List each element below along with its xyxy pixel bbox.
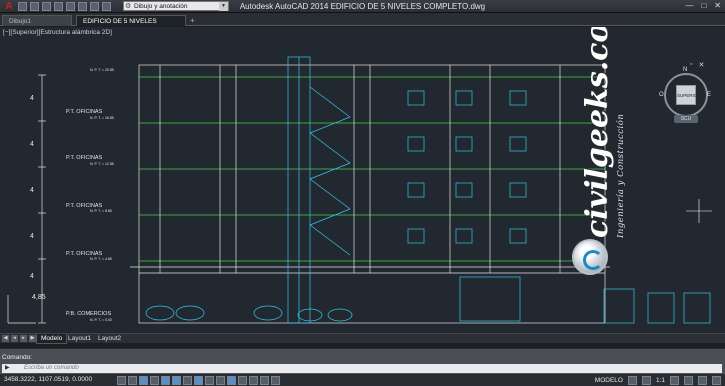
wcs-menu-button[interactable]: SCU	[674, 115, 698, 123]
npt-tag: N. P. T. = 20.85	[90, 68, 114, 72]
command-prompt-icon: ▶	[5, 365, 10, 371]
title-bar: A ⚙ Dibujo y anotación ▼ Autodesk AutoCA…	[0, 0, 725, 13]
dim-text: 4	[30, 187, 34, 194]
viewcube[interactable]: N S E O SUPERIOR	[659, 67, 712, 135]
level-label: P.T. OFICINAS	[66, 155, 103, 161]
tab-modelo[interactable]: Modelo	[36, 334, 68, 344]
polar-icon[interactable]	[161, 376, 170, 385]
quick-view-drawings-icon[interactable]	[641, 376, 651, 385]
layout-nav: ◀ ◂ ▸ ▶	[2, 335, 36, 342]
next-layout-icon[interactable]: ▸	[20, 335, 27, 342]
lineweight-icon[interactable]	[227, 376, 236, 385]
window-title: Autodesk AutoCAD 2014 EDIFICIO DE 5 NIVE…	[239, 2, 486, 11]
civilgeeks-logo-icon	[572, 239, 608, 275]
compass-east[interactable]: E	[707, 92, 711, 98]
clean-screen-icon[interactable]	[712, 376, 721, 385]
npt-tag: N. P. T. = 16.85	[90, 116, 114, 120]
drawing-area[interactable]: [−][Superior][Estructura alámbrica 2D] 4…	[0, 27, 725, 333]
dim-text: 4	[30, 141, 34, 148]
osnap-icon[interactable]	[172, 376, 181, 385]
tab-label: Dibujo1	[9, 18, 32, 25]
annotation-scale[interactable]: 1:1	[656, 377, 665, 384]
command-line: Comando: ▶ Escriba un comando	[0, 348, 725, 373]
prev-layout-icon[interactable]: ◂	[11, 335, 18, 342]
command-input[interactable]: ▶ Escriba un comando	[2, 364, 722, 373]
annotation-visibility-icon[interactable]	[670, 376, 679, 385]
model-space-button[interactable]: MODELO	[595, 377, 623, 384]
quick-properties-icon[interactable]	[249, 376, 258, 385]
status-right: MODELO 1:1	[595, 376, 721, 385]
snap-icon[interactable]	[128, 376, 137, 385]
infer-constraints-icon[interactable]	[117, 376, 126, 385]
otrack-icon[interactable]	[194, 376, 203, 385]
watermark-sub-text: Ingeniería y Construcción	[616, 113, 626, 238]
3d-osnap-icon[interactable]	[183, 376, 192, 385]
compass-west[interactable]: O	[659, 92, 664, 98]
drafting-toggles	[117, 376, 280, 385]
compass-north[interactable]: N	[683, 67, 687, 73]
tab-layout1[interactable]: Layout1	[64, 334, 95, 344]
tab-layout2[interactable]: Layout2	[94, 334, 125, 344]
selection-cycling-icon[interactable]	[260, 376, 269, 385]
coordinate-readout[interactable]: 3458.3222, 1107.0519, 0.0000	[4, 376, 92, 383]
minimize-button[interactable]: —	[685, 1, 693, 10]
level-label: P.B. COMERCIOS	[66, 311, 111, 317]
status-bar: 3458.3222, 1107.0519, 0.0000 MODELO 1:1	[0, 373, 725, 386]
dim-text: 4	[30, 95, 34, 102]
ortho-icon[interactable]	[150, 376, 159, 385]
maximize-button[interactable]: □	[701, 1, 706, 10]
ducs-icon[interactable]	[205, 376, 214, 385]
command-history: Comando:	[2, 354, 32, 361]
tab-dibujo1[interactable]: Dibujo1	[2, 15, 72, 26]
file-tab-bar: Dibujo1 EDIFICIO DE 5 NIVELES COMPLETO* …	[0, 13, 725, 36]
tab-edificio[interactable]: EDIFICIO DE 5 NIVELES COMPLETO* ×	[76, 15, 186, 36]
watermark-main-text: civilgeeks.com	[580, 27, 615, 238]
grid-icon[interactable]	[139, 376, 148, 385]
layout-tab-bar: ◀ ◂ ▸ ▶ Modelo Layout1 Layout2	[0, 333, 725, 344]
npt-tag: N. P. T. = 12.85	[90, 162, 114, 166]
dyn-icon[interactable]	[216, 376, 225, 385]
first-layout-icon[interactable]: ◀	[2, 335, 9, 342]
annotation-monitor-icon[interactable]	[271, 376, 280, 385]
close-button[interactable]: ✕	[714, 1, 721, 10]
quick-view-layouts-icon[interactable]	[627, 376, 637, 385]
window-controls: — □ ✕	[685, 1, 721, 10]
workspace-switch-icon[interactable]	[684, 376, 693, 385]
dim-text: 4	[30, 273, 34, 280]
dim-text: 4	[30, 233, 34, 240]
command-placeholder: Escriba un comando	[24, 365, 79, 371]
viewcube-face[interactable]: SUPERIOR	[676, 85, 701, 105]
npt-tag: N. P. T. = 0.00	[90, 318, 112, 322]
dim-text: 4,85	[32, 294, 46, 301]
lock-icon[interactable]	[698, 376, 707, 385]
new-tab-icon[interactable]: +	[190, 16, 195, 25]
last-layout-icon[interactable]: ▶	[29, 335, 36, 342]
npt-tag: N. P. T. = 8.85	[90, 209, 112, 213]
level-label: P.T. OFICINAS	[66, 109, 103, 115]
transparency-icon[interactable]	[238, 376, 247, 385]
npt-tag: N. P. T. = 4.85	[90, 257, 112, 261]
